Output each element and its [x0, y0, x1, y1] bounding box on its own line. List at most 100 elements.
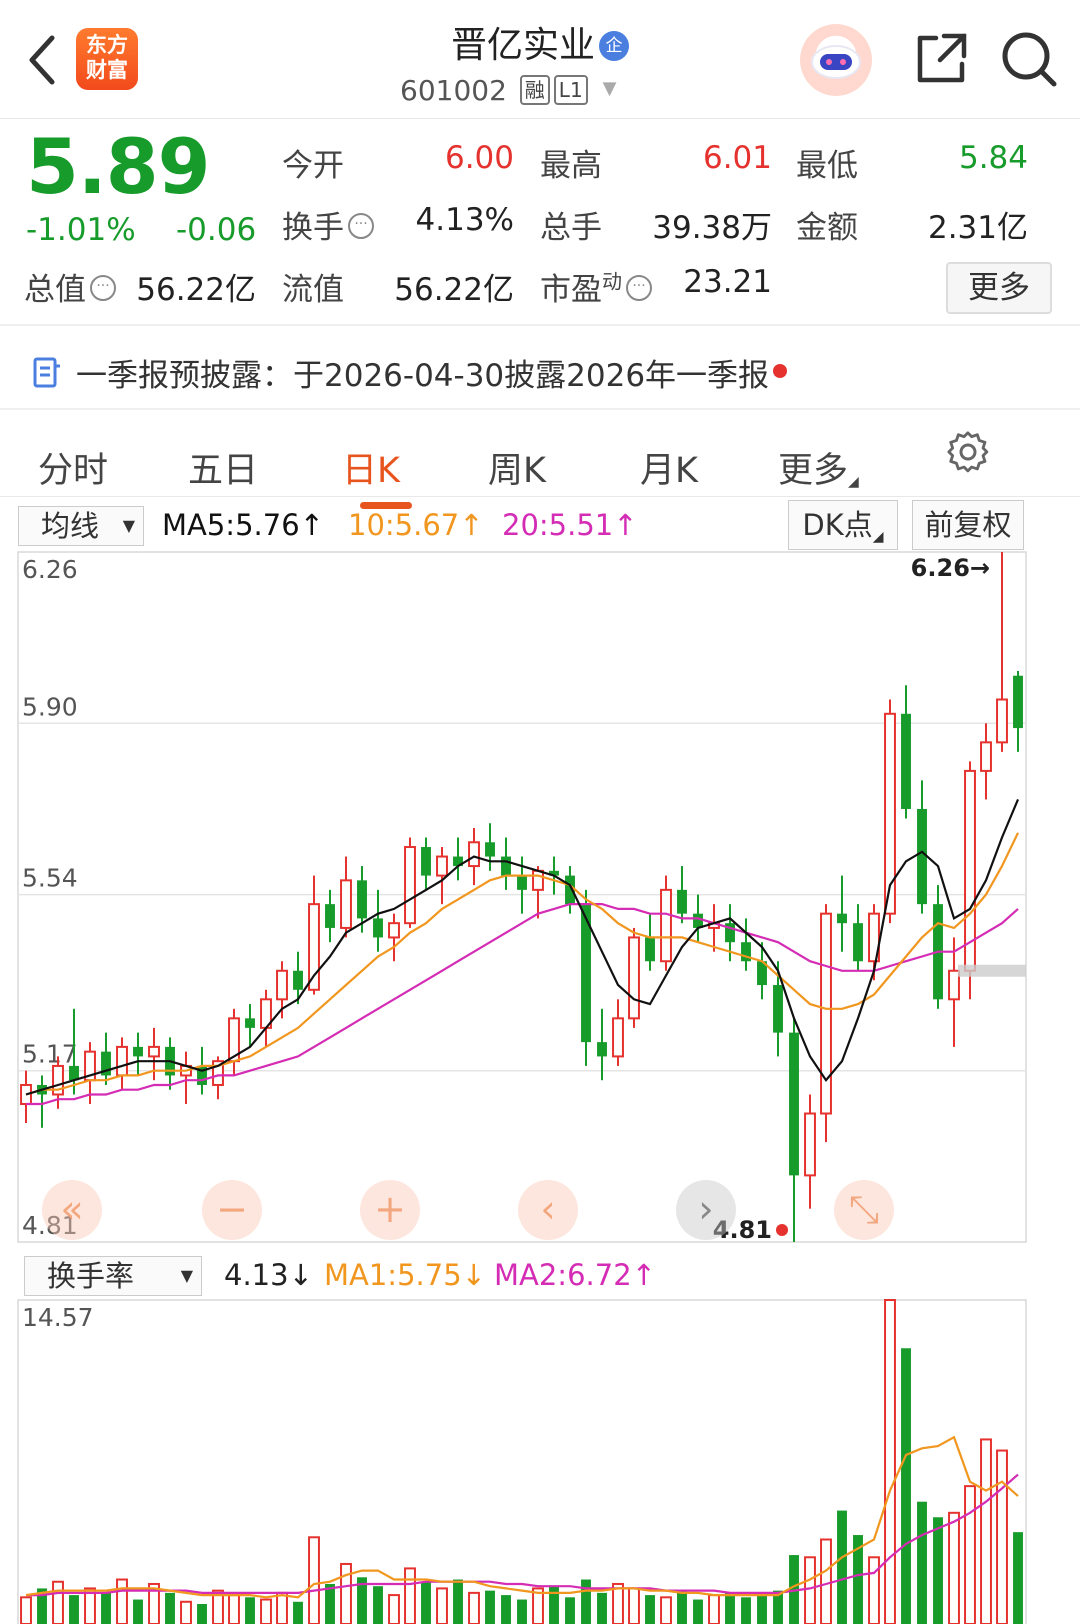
dk-point-button[interactable]: DK点◢	[788, 500, 898, 550]
stock-name: 晋亿实业	[450, 25, 595, 66]
notice-text: 一季报预披露：于2026-04-30披露2026年一季报	[76, 358, 770, 394]
turnover-bar-up	[20, 1596, 32, 1624]
turnover-bar-up	[996, 1449, 1008, 1624]
ma-indicator-label: 均线	[41, 509, 100, 543]
turnover-label-wrap[interactable]: 换手 ···	[282, 202, 374, 247]
candle-body-down	[133, 1046, 143, 1057]
pe-label: 市盈	[540, 272, 602, 308]
turnover-bar-down	[933, 1517, 943, 1624]
tabs-divider	[0, 496, 1080, 497]
step-back-button[interactable]: ‹	[518, 1180, 578, 1240]
share-icon[interactable]	[914, 30, 970, 86]
turnover-bar-down	[693, 1599, 703, 1624]
kline-y-ticks: 6.265.905.545.174.81	[22, 555, 78, 1240]
turnover-bar-up	[868, 1556, 880, 1624]
info-dots-icon[interactable]: ···	[626, 275, 652, 301]
turnover-bar-down	[501, 1595, 511, 1624]
document-icon	[33, 357, 60, 388]
turnover-bar-up	[228, 1594, 240, 1624]
turnover-bar-up	[820, 1538, 832, 1624]
volume-value: 39.38万	[652, 210, 772, 246]
tab-monthly-k[interactable]: 月K	[640, 442, 698, 493]
ma-indicator-select[interactable]: 均线 ▼	[18, 506, 144, 546]
search-icon[interactable]	[1000, 28, 1058, 90]
candle-body-down	[773, 985, 783, 1033]
change-percent: -1.01%	[26, 212, 136, 248]
low-value: 5.84	[958, 140, 1028, 176]
low-label: 最低	[796, 148, 858, 184]
tab-more[interactable]: 更多◢	[778, 442, 859, 493]
high-label: 最高	[540, 148, 602, 184]
turnover-bar-down	[597, 1592, 607, 1624]
turnover-bar-down	[901, 1348, 911, 1624]
market-cap-label-wrap[interactable]: 总值 ···	[24, 264, 116, 309]
turnover-bar-up	[116, 1578, 128, 1624]
info-dots-icon[interactable]: ···	[90, 275, 116, 301]
pe-value: 23.21	[683, 264, 772, 300]
app-logo: 东方 财富	[76, 28, 138, 90]
more-button[interactable]: 更多	[946, 262, 1052, 314]
candle-body-down	[901, 713, 911, 809]
fast-back-button[interactable]: «	[42, 1180, 102, 1240]
stock-code: 601002	[400, 74, 507, 107]
kline-y-tick-label: 5.17	[22, 1040, 78, 1069]
candle-body-down	[597, 1042, 607, 1057]
turnover-bar-down	[581, 1579, 591, 1624]
tab-daily-k[interactable]: 日K	[342, 442, 400, 493]
turnover-bar-down	[757, 1595, 767, 1624]
market-cap-value: 56.22亿	[136, 272, 256, 308]
turnover-bar-up	[308, 1536, 320, 1624]
turnover-bar-up	[804, 1556, 816, 1624]
turnover-bar-down	[69, 1595, 79, 1624]
tab-weekly-k[interactable]: 周K	[488, 442, 546, 493]
forward-adjust-button[interactable]: 前复权	[912, 500, 1024, 550]
turnover-bars	[20, 1299, 1023, 1624]
turnover-indicator-select[interactable]: 换手率 ▼	[24, 1256, 202, 1296]
fullscreen-button[interactable]: ⤡	[834, 1180, 894, 1240]
stock-title: 晋亿实业企	[380, 16, 700, 68]
zoom-out-button[interactable]: −	[202, 1180, 262, 1240]
turnover-bar-down	[485, 1590, 495, 1624]
candle-body-down	[293, 970, 303, 990]
candle-body-down	[837, 913, 847, 924]
turnover-bar-down	[165, 1592, 175, 1624]
pe-label-wrap[interactable]: 市盈动 ···	[540, 264, 652, 309]
tab-five-day[interactable]: 五日	[188, 442, 258, 493]
turnover-bar-down	[917, 1501, 927, 1624]
info-dots-icon[interactable]: ···	[348, 213, 374, 239]
turnover-bar-up	[340, 1562, 352, 1624]
turnover-ma2-legend: MA2:6.72↑	[494, 1258, 656, 1292]
settings-gear-icon[interactable]	[946, 430, 990, 474]
candle-body-up	[148, 1045, 160, 1058]
current-price-band	[958, 964, 1026, 977]
turnover-bar-up	[468, 1591, 480, 1624]
assistant-robot-icon[interactable]	[800, 24, 872, 96]
candlestick-chart[interactable]: 6.265.905.545.174.81 6.26→4.81 «−+‹›⤡	[0, 550, 1080, 1250]
fullscreen-glyph: ⤡	[849, 1187, 879, 1231]
candle-body-down	[485, 842, 495, 857]
back-arrow-icon[interactable]	[24, 30, 64, 90]
volume-label: 总手	[540, 210, 602, 246]
tab-intraday[interactable]: 分时	[38, 442, 108, 493]
notice-bar[interactable]: 一季报预披露：于2026-04-30披露2026年一季报	[32, 350, 788, 395]
level-tag: L1	[553, 75, 588, 105]
turnover-bar-down	[373, 1586, 383, 1624]
turnover-bar-up	[948, 1511, 960, 1624]
unread-dot	[773, 364, 788, 378]
dropdown-caret-icon: ▼	[180, 1266, 193, 1285]
candle-body-up	[404, 846, 416, 925]
turnover-bar-up	[964, 1485, 976, 1624]
ma10-legend: 10:5.67↑	[348, 508, 484, 542]
candle-body-up	[340, 879, 352, 929]
stock-code-row[interactable]: 601002 融 L1 ▼	[400, 74, 616, 107]
turnover-bar-down	[293, 1601, 303, 1624]
turnover-bar-chart: 14.57	[17, 1299, 1027, 1624]
dropdown-triangle-icon[interactable]: ▼	[603, 78, 617, 99]
candle-body-down	[917, 808, 927, 905]
candle-body-up	[628, 936, 640, 1020]
zoom-in-button[interactable]: +	[360, 1180, 420, 1240]
header-divider	[0, 118, 1080, 119]
app-header: 东方 财富 晋亿实业企 601002 融 L1 ▼	[0, 0, 1080, 120]
logo-text-line2: 财富	[86, 58, 128, 82]
step-forward-button[interactable]: ›	[676, 1180, 736, 1240]
